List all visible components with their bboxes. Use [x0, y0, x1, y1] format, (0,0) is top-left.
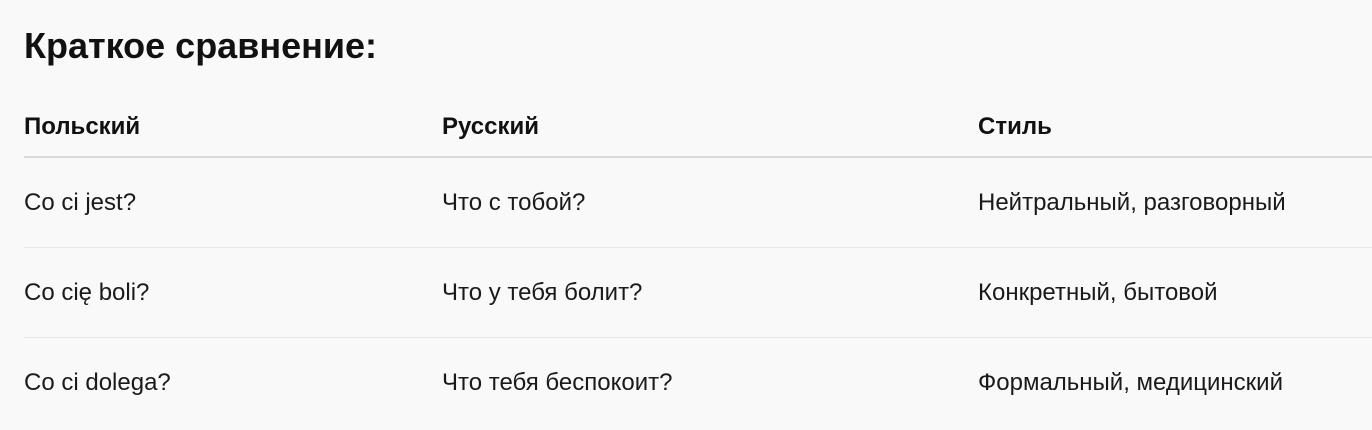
- table-row: Co ci dolega? Что тебя беспокоит? Формал…: [24, 338, 1372, 428]
- cell-polish: Co ci jest?: [24, 157, 442, 248]
- cell-style: Формальный, медицинский: [978, 368, 1283, 396]
- section-heading: Краткое сравнение:: [24, 25, 377, 66]
- comparison-table: Польский Русский Стиль Co ci jest? Что с…: [24, 98, 1372, 427]
- cell-style: Нейтральный, разговорный: [978, 157, 1372, 248]
- comparison-section: Краткое сравнение: Польский Русский Стил…: [0, 0, 1372, 430]
- cell-russian: Что с тобой?: [442, 157, 978, 248]
- cell-russian: Что тебя беспокоит?: [442, 368, 673, 396]
- cell-polish: Co ci dolega?: [24, 368, 171, 396]
- column-header-style: Стиль: [978, 98, 1372, 158]
- column-header-russian: Русский: [442, 98, 978, 158]
- cell-russian: Что у тебя болит?: [442, 247, 978, 338]
- table-row: Co ci jest? Что с тобой? Нейтральный, ра…: [24, 157, 1372, 248]
- cell-style: Конкретный, бытовой: [978, 247, 1372, 338]
- cell-polish: Co cię boli?: [24, 247, 442, 338]
- column-header-polish: Польский: [24, 98, 442, 158]
- table-row: Co cię boli? Что у тебя болит? Конкретны…: [24, 247, 1372, 338]
- table-header-row: Польский Русский Стиль: [24, 98, 1372, 158]
